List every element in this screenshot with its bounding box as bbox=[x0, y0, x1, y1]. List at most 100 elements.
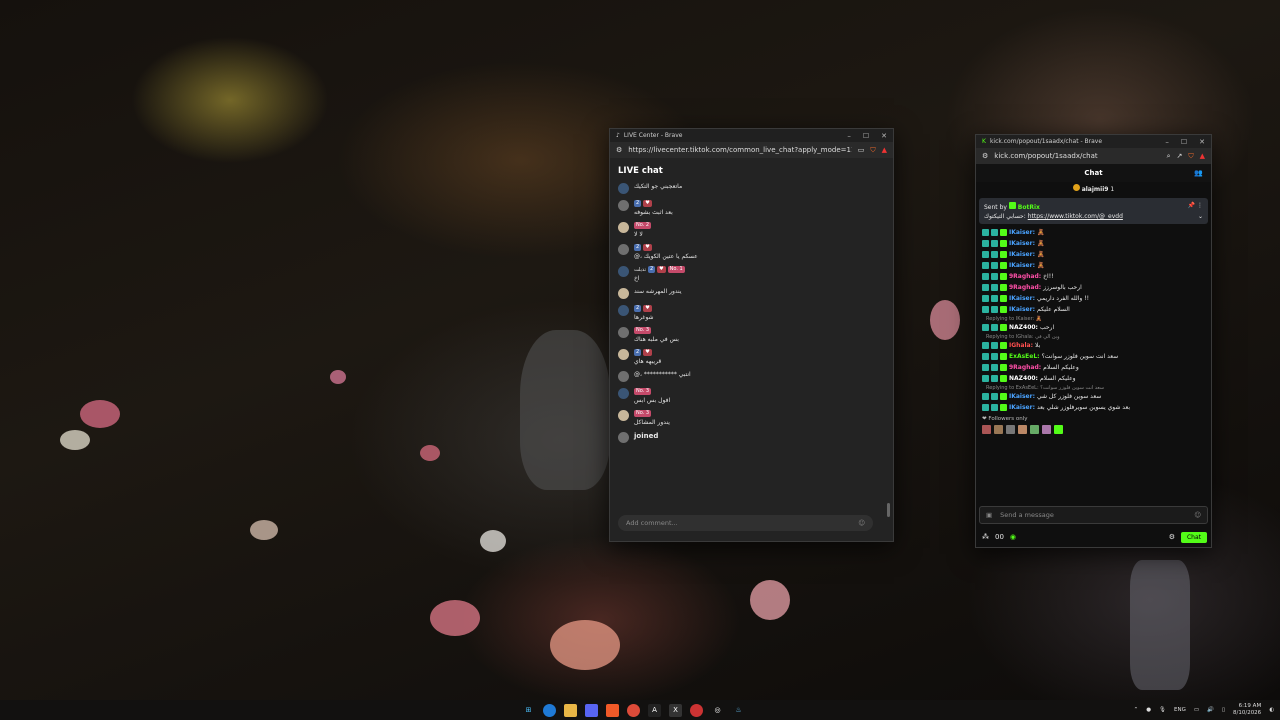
tray-app-icon[interactable]: ● bbox=[1146, 707, 1151, 713]
emoji-icon[interactable]: ☺ bbox=[1194, 511, 1201, 519]
more-icon[interactable]: ⋮ bbox=[1197, 202, 1203, 209]
username[interactable]: NAZ400: bbox=[1009, 375, 1038, 382]
pin-icon[interactable]: 📌 bbox=[1188, 202, 1195, 209]
avatar[interactable] bbox=[618, 327, 629, 338]
search-icon[interactable]: ⌕ bbox=[1167, 152, 1171, 161]
reply-reference[interactable]: Replying to IKaiser: 🧸 bbox=[976, 315, 1211, 322]
brave-rewards-icon[interactable]: ▲ bbox=[1200, 152, 1205, 160]
avatar[interactable] bbox=[618, 288, 629, 299]
kick-chat-window: Kkick.com/popout/1saadx/chat - Brave – ☐ ✕… bbox=[975, 134, 1212, 548]
avatar[interactable] bbox=[618, 222, 629, 233]
badge-icon bbox=[982, 324, 989, 331]
site-settings-icon[interactable]: ⚙ bbox=[616, 146, 622, 154]
pinned-link[interactable]: https://www.tiktok.com/@_evdd bbox=[1028, 213, 1123, 220]
badges: 2 ♥ bbox=[634, 349, 661, 356]
username[interactable]: IKaiser: bbox=[1009, 393, 1035, 400]
username[interactable]: IKaiser: bbox=[1009, 240, 1035, 247]
site-settings-icon[interactable]: ⚙ bbox=[982, 152, 988, 160]
username[interactable]: ExAsEeL: bbox=[1009, 353, 1040, 360]
chevron-up-icon[interactable]: ⌃ bbox=[1134, 707, 1139, 713]
username[interactable]: IKaiser: bbox=[1009, 306, 1035, 313]
emote-icon[interactable] bbox=[994, 425, 1003, 434]
edge-icon[interactable] bbox=[543, 703, 556, 717]
avatar[interactable] bbox=[618, 266, 629, 277]
flower-decoration bbox=[420, 445, 440, 461]
network-icon[interactable]: ▭ bbox=[1194, 707, 1199, 713]
chat-scrollbar[interactable] bbox=[887, 503, 890, 517]
avatar[interactable] bbox=[618, 244, 629, 255]
chrome-icon[interactable] bbox=[627, 703, 640, 717]
chat-message: 9Raghad: وعليكم السلام bbox=[976, 362, 1211, 373]
pinned-sender[interactable]: BotRix bbox=[1018, 204, 1040, 211]
notifications-icon[interactable]: ◐ bbox=[1269, 707, 1274, 713]
terminal-icon[interactable]: A bbox=[648, 703, 661, 717]
users-icon[interactable]: 👥 bbox=[1194, 169, 1203, 177]
emoji-icon[interactable]: ☺ bbox=[858, 519, 865, 527]
username[interactable]: IKaiser: bbox=[1009, 251, 1035, 258]
username[interactable]: IKaiser: bbox=[1009, 262, 1035, 269]
username[interactable]: 9Raghad: bbox=[1009, 273, 1041, 280]
share-icon[interactable]: ↗ bbox=[1176, 152, 1182, 160]
brave-rewards-icon[interactable]: ▲ bbox=[882, 146, 887, 154]
steam-icon[interactable]: ♨ bbox=[732, 704, 745, 717]
username[interactable]: 9Raghad: bbox=[1009, 364, 1041, 371]
close-icon[interactable]: ✕ bbox=[1199, 138, 1205, 146]
avatar[interactable] bbox=[618, 388, 629, 399]
clock[interactable]: 6:19 AM 8/10/2026 bbox=[1233, 703, 1261, 717]
settings-icon[interactable]: ⚙ bbox=[1169, 533, 1175, 541]
address-url[interactable]: https://livecenter.tiktok.com/common_liv… bbox=[628, 146, 851, 154]
chat-send-button[interactable]: Chat bbox=[1180, 531, 1207, 543]
badge-icon bbox=[982, 375, 989, 382]
live-chat-messages: ماتعجبني جو التكيك 2 ♥ بعد اثبث بشوفه No. 2ل… bbox=[610, 180, 893, 429]
emote-icon[interactable] bbox=[1018, 425, 1027, 434]
reader-icon[interactable]: ▭ bbox=[858, 146, 865, 154]
username[interactable]: IKaiser: bbox=[1009, 229, 1035, 236]
username[interactable]: IKaiser: bbox=[1009, 404, 1035, 411]
message-text: @، *********** انتبي bbox=[634, 371, 691, 378]
battery-icon[interactable]: ▯ bbox=[1222, 707, 1225, 713]
minimize-icon[interactable]: – bbox=[847, 132, 851, 140]
maximize-icon[interactable]: ☐ bbox=[863, 132, 869, 140]
microphone-icon[interactable]: 🎙 bbox=[1159, 707, 1166, 713]
top-gifter-count: 1 bbox=[1110, 186, 1115, 193]
top-gifter-name[interactable]: alajmii9 bbox=[1082, 186, 1109, 193]
obs-icon[interactable]: ◎ bbox=[711, 704, 724, 717]
username[interactable]: تذيلت bbox=[634, 267, 646, 273]
brave-icon[interactable] bbox=[606, 703, 619, 717]
kick-logo-icon[interactable]: ◉ bbox=[1010, 533, 1016, 541]
minimize-icon[interactable]: – bbox=[1165, 138, 1169, 146]
send-message-input[interactable]: ▣ Send a message ☺ bbox=[979, 506, 1208, 524]
record-icon[interactable] bbox=[690, 703, 703, 717]
volume-icon[interactable]: 🔊 bbox=[1207, 707, 1214, 713]
avatar[interactable] bbox=[618, 349, 629, 360]
user-badge: No. 1 bbox=[667, 266, 685, 273]
reply-reference[interactable]: Replying to IGhala: وين الي في bbox=[976, 333, 1211, 340]
emote-icon[interactable] bbox=[1054, 425, 1063, 434]
file-explorer-icon[interactable] bbox=[564, 703, 577, 717]
windows-start-icon[interactable]: ⊞ bbox=[522, 704, 535, 717]
username[interactable]: NAZ400: bbox=[1009, 324, 1038, 331]
brave-shield-icon[interactable]: ⛉ bbox=[1188, 152, 1193, 161]
avatar[interactable] bbox=[618, 410, 629, 421]
close-icon[interactable]: ✕ bbox=[881, 132, 887, 140]
avatar[interactable] bbox=[618, 305, 629, 316]
reply-reference[interactable]: Replying to ExAsEeL: سعد انت سوين فلوزر … bbox=[976, 384, 1211, 391]
add-comment-input[interactable]: Add comment... ☺ bbox=[618, 515, 873, 531]
discord-icon[interactable] bbox=[585, 703, 598, 717]
address-url[interactable]: kick.com/popout/1saadx/chat bbox=[994, 152, 1160, 160]
avatar[interactable] bbox=[618, 371, 629, 382]
username[interactable]: IGhala: bbox=[1009, 342, 1033, 349]
language-indicator[interactable]: ENG bbox=[1174, 707, 1186, 713]
chevron-down-icon[interactable]: ⌄ bbox=[1198, 213, 1203, 220]
avatar[interactable] bbox=[618, 200, 629, 211]
emote-icon[interactable] bbox=[1006, 425, 1015, 434]
brave-shield-icon[interactable]: ⛉ bbox=[870, 146, 875, 155]
emote-icon[interactable] bbox=[1030, 425, 1039, 434]
maximize-icon[interactable]: ☐ bbox=[1181, 138, 1187, 146]
avatar[interactable] bbox=[618, 183, 629, 194]
username[interactable]: 9Raghad: bbox=[1009, 284, 1041, 291]
emote-icon[interactable] bbox=[1042, 425, 1051, 434]
xbox-icon[interactable]: X bbox=[669, 703, 682, 717]
emote-icon[interactable] bbox=[982, 425, 991, 434]
username[interactable]: IKaiser: bbox=[1009, 295, 1035, 302]
